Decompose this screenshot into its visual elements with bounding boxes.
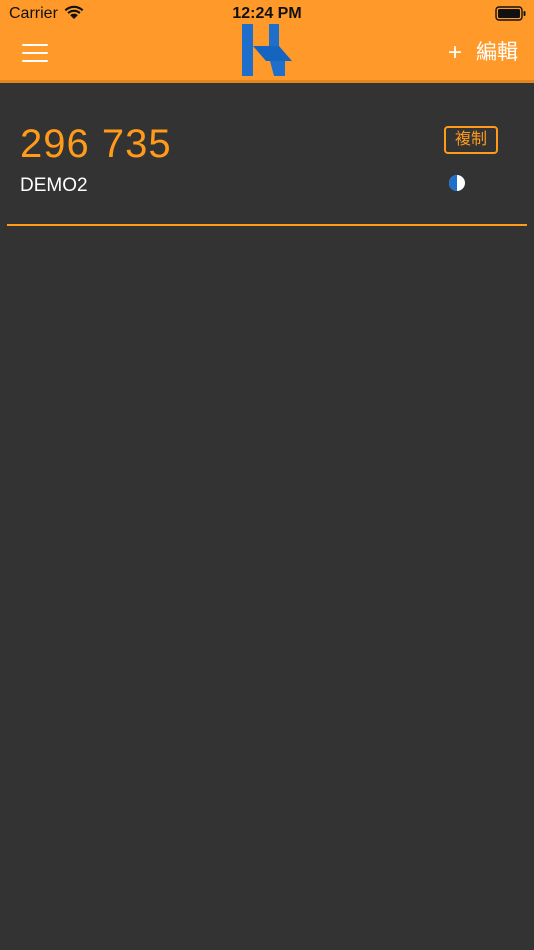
token-code: 296 735	[20, 122, 172, 166]
status-time: 12:24 PM	[232, 5, 302, 22]
battery-icon	[495, 6, 526, 21]
menu-icon-line	[22, 44, 48, 46]
token-divider	[7, 224, 527, 226]
edit-button[interactable]: 編輯	[476, 40, 518, 66]
menu-icon-line	[22, 60, 48, 62]
menu-icon-line	[22, 52, 48, 54]
add-token-button[interactable]: +	[444, 40, 466, 66]
menu-button[interactable]	[20, 40, 52, 66]
timer-pie-icon	[449, 175, 465, 191]
copy-button[interactable]: 複制	[444, 126, 498, 154]
app-header: Carrier 12:24 PM + 編輯	[0, 0, 534, 80]
token-name: DEMO2	[20, 175, 88, 196]
token-list-item[interactable]: 296 735 DEMO2 複制	[0, 83, 534, 226]
app-logo-icon	[242, 24, 292, 76]
timer-progress-slice	[449, 175, 457, 191]
